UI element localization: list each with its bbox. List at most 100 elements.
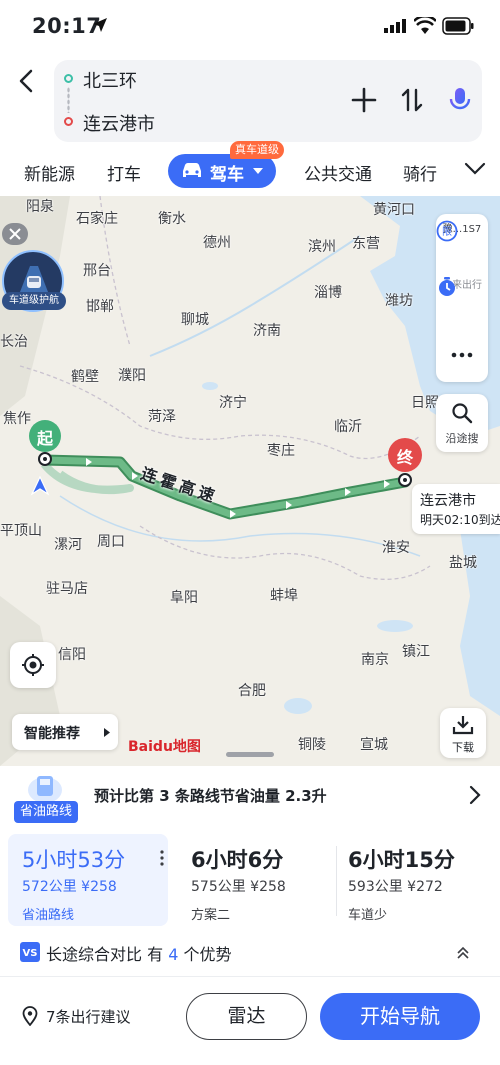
city-label: 南京 — [361, 652, 389, 668]
comparison-prefix: 长途综合对比 有 — [46, 945, 164, 964]
along-route-search-label: 沿途搜 — [445, 432, 479, 445]
city-label: 邯郸 — [86, 299, 114, 315]
add-waypoint-icon[interactable] — [350, 86, 378, 114]
smart-recommend-label: 智能推荐 — [24, 726, 80, 742]
fuel-saving-tag: 省油路线 — [14, 801, 79, 823]
map-tools-panel: 限 豫...1S7 未来出行 — [436, 214, 488, 382]
sheet-drag-handle[interactable] — [226, 752, 274, 757]
city-label: 镇江 — [402, 644, 430, 660]
tab-drive[interactable]: 驾车 — [168, 154, 276, 188]
city-label: 德州 — [203, 235, 231, 251]
end-marker-label: 终 — [397, 448, 414, 467]
caret-down-icon — [253, 168, 263, 174]
vs-icon: VS — [20, 942, 40, 962]
end-marker[interactable]: 终 — [388, 438, 422, 472]
route-option-2[interactable]: 6小时6分 575公里 ¥258 方案二 — [177, 834, 337, 926]
route-option-tag: 省油路线 — [22, 908, 75, 923]
destination-dot-icon — [64, 117, 73, 126]
start-navigation-button[interactable]: 开始导航 — [320, 993, 480, 1040]
city-label: 长治 — [0, 334, 28, 350]
start-pin-icon — [38, 452, 52, 466]
city-label: 阜阳 — [170, 590, 198, 606]
along-route-search-button[interactable]: 沿途搜 — [436, 394, 488, 452]
back-arrow-icon[interactable] — [14, 68, 40, 94]
city-label: 淮安 — [382, 540, 410, 556]
city-label: 聊城 — [181, 312, 209, 328]
start-marker[interactable]: 起 — [29, 420, 61, 452]
city-label: 濮阳 — [118, 368, 146, 384]
city-label: 临沂 — [334, 419, 362, 435]
close-lane-widget-button[interactable] — [2, 223, 28, 245]
city-label: 衡水 — [158, 211, 186, 227]
chevron-down-icon[interactable] — [464, 162, 486, 176]
destination-eta: 明天02:10到达 — [420, 513, 500, 527]
car-icon — [183, 163, 201, 177]
map-view[interactable]: 阳泉 石家庄 衡水 德州 滨州 东营 黄河口 邢台 邯郸 聊城 淄博 潍坊 长治… — [0, 196, 500, 766]
tab-taxi[interactable]: 打车 — [107, 160, 141, 185]
status-time: 20:17 — [32, 14, 102, 38]
wifi-icon — [414, 17, 436, 34]
swap-route-icon[interactable] — [398, 86, 426, 114]
car-lane-icon — [20, 266, 48, 292]
city-label: 信阳 — [58, 647, 86, 663]
more-vertical-icon[interactable] — [160, 850, 164, 866]
destination-name: 连云港市 — [420, 493, 476, 509]
city-label: 漯河 — [54, 537, 82, 553]
route-option-meta: 572公里 ¥258 — [22, 879, 117, 895]
locate-me-button[interactable] — [10, 642, 56, 688]
route-connector — [67, 87, 70, 113]
close-icon — [9, 228, 21, 240]
future-travel-button[interactable]: 未来出行 — [436, 276, 488, 296]
city-label: 滨州 — [308, 239, 336, 255]
city-label: 周口 — [97, 534, 125, 550]
city-label: 枣庄 — [267, 443, 295, 459]
fuel-saving-illustration-icon — [28, 776, 62, 803]
search-icon — [452, 403, 473, 424]
svg-text:限: 限 — [442, 226, 452, 238]
radar-button[interactable]: 雷达 — [186, 993, 307, 1040]
tab-public-transit[interactable]: 公共交通 — [304, 160, 372, 185]
city-label: 阳泉 — [26, 199, 54, 215]
city-label: 蚌埠 — [270, 588, 298, 604]
origin-field[interactable]: 北三环 — [83, 67, 137, 93]
restriction-icon: 限 — [436, 220, 458, 242]
offline-download-button[interactable]: 下载 — [440, 708, 486, 758]
route-option-3[interactable]: 6小时15分 593公里 ¥272 车道少 — [334, 834, 494, 926]
city-label: 淄博 — [314, 285, 342, 301]
destination-field[interactable]: 连云港市 — [83, 110, 155, 136]
destination-card[interactable]: 连云港市 明天02:10到达 — [412, 484, 500, 534]
comparison-count: 4 — [168, 945, 179, 964]
long-trip-comparison[interactable]: VS 长途综合对比 有 4 个优势 — [20, 940, 480, 964]
city-label: 邢台 — [83, 263, 111, 279]
travel-suggestions-link[interactable]: 7条出行建议 — [46, 1006, 131, 1027]
route-option-1[interactable]: 5小时53分 572公里 ¥258 省油路线 — [8, 834, 168, 926]
route-option-meta: 593公里 ¥272 — [348, 879, 443, 895]
city-label: 日照 — [411, 395, 439, 411]
route-option-tag: 车道少 — [348, 908, 388, 923]
more-icon[interactable] — [451, 352, 473, 358]
route-option-tag: 方案二 — [191, 908, 231, 923]
tab-new-energy[interactable]: 新能源 — [24, 160, 75, 185]
route-option-time: 6小时6分 — [191, 848, 284, 872]
download-icon — [452, 716, 474, 735]
city-label: 宣城 — [360, 737, 388, 753]
fuel-saving-tip[interactable]: 预计比第 3 条路线节省油量 2.3升 — [94, 785, 327, 806]
chevron-right-icon[interactable] — [468, 784, 482, 806]
location-pin-icon — [22, 1006, 38, 1026]
clock-icon — [439, 277, 455, 296]
tab-cycling[interactable]: 骑行 — [403, 160, 437, 185]
origin-dot-icon — [64, 74, 73, 83]
double-chevron-up-icon[interactable] — [456, 946, 470, 960]
restriction-button[interactable]: 限 豫...1S7 — [436, 220, 488, 242]
end-pin-icon — [398, 473, 412, 487]
location-arrow-icon — [93, 18, 107, 32]
start-marker-label: 起 — [37, 429, 54, 448]
smart-recommend-button[interactable]: 智能推荐 — [12, 714, 118, 750]
route-option-meta: 575公里 ¥258 — [191, 879, 286, 895]
city-label: 平顶山 — [0, 523, 42, 539]
city-label: 焦作 — [3, 411, 31, 427]
voice-microphone-icon[interactable] — [446, 86, 474, 114]
svg-text:VS: VS — [23, 948, 38, 959]
tab-drive-label: 驾车 — [210, 165, 244, 185]
signal-icon — [384, 19, 406, 33]
